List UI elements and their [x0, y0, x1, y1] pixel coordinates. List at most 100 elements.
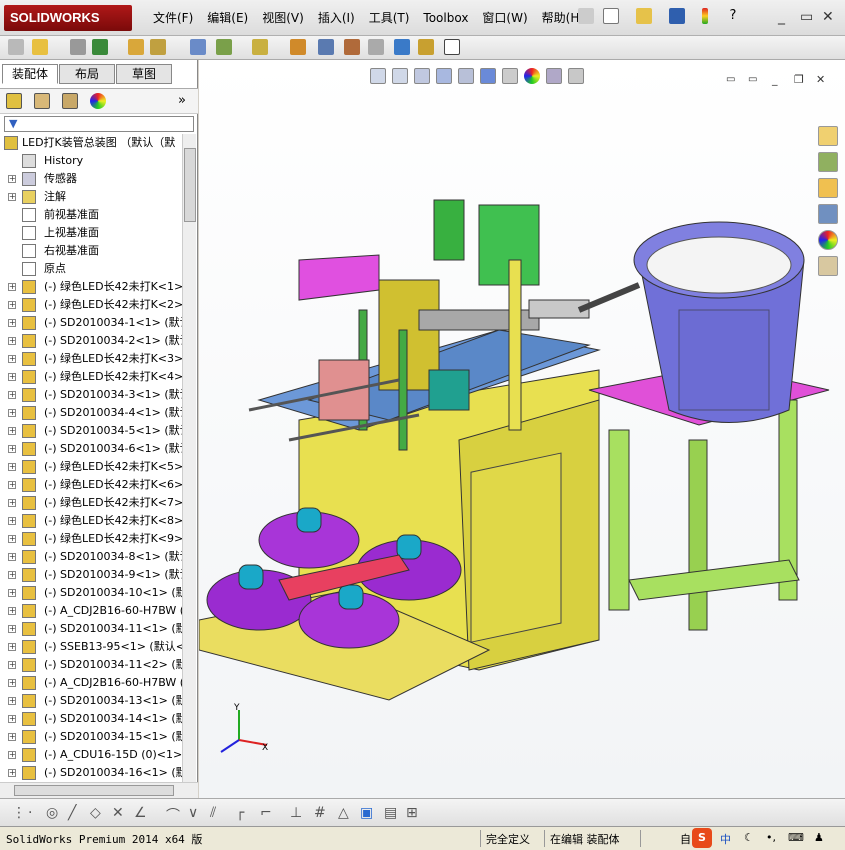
mate-icon[interactable] — [70, 39, 86, 55]
expand-icon[interactable]: + — [8, 463, 16, 471]
show-hidden-icon[interactable] — [190, 39, 206, 55]
doc-close-icon[interactable]: ✕ — [816, 72, 825, 88]
tree-filter-input[interactable]: ▼ — [4, 116, 194, 132]
expand-panel-icon[interactable]: » — [178, 93, 186, 108]
tree-item[interactable]: + (-) 绿色LED长42未打K<9> — [0, 530, 182, 548]
trim-icon[interactable]: ✕ — [112, 805, 124, 821]
reference-geometry-icon[interactable] — [252, 39, 268, 55]
open-folder-icon[interactable] — [636, 8, 652, 24]
zoom-to-fit-icon[interactable] — [370, 68, 386, 84]
tree-root[interactable]: LED打K装管总装图 （默认（默 — [0, 134, 182, 152]
doc-restore-icon[interactable]: ❐ — [794, 72, 804, 88]
expand-icon[interactable]: + — [8, 319, 16, 327]
chamfer-icon[interactable]: ∨ — [188, 805, 198, 821]
expand-icon[interactable]: + — [8, 661, 16, 669]
apply-scene-icon[interactable] — [546, 68, 562, 84]
smart-fasteners-icon[interactable] — [128, 39, 144, 55]
tree-item[interactable]: + (-) SD2010034-8<1> (默认 — [0, 548, 182, 566]
expand-icon[interactable]: + — [8, 337, 16, 345]
tree-item[interactable]: + (-) SD2010034-10<1> (默 — [0, 584, 182, 602]
tree-item[interactable]: + (-) SD2010034-11<1> (默 — [0, 620, 182, 638]
tree-item[interactable]: + (-) 绿色LED长42未打K<8> — [0, 512, 182, 530]
tree-item[interactable]: + (-) A_CDJ2B16-60-H7BW (0 — [0, 602, 182, 620]
bill-of-materials-icon[interactable] — [318, 39, 334, 55]
expand-icon[interactable]: + — [8, 751, 16, 759]
expand-icon[interactable]: + — [8, 373, 16, 381]
ime-language[interactable]: 中 — [720, 831, 731, 847]
tree-item[interactable]: + (-) 绿色LED长42未打K<5> — [0, 458, 182, 476]
design-library-icon[interactable] — [818, 152, 838, 172]
display-style-icon[interactable] — [480, 68, 496, 84]
move-component-icon[interactable] — [150, 39, 166, 55]
fillet-icon[interactable]: ⌒ — [166, 805, 180, 825]
menu-item-2[interactable]: 视图(V) — [255, 10, 311, 26]
display-manager-icon[interactable] — [90, 93, 106, 109]
help-icon[interactable]: ? — [725, 8, 741, 24]
doc-minimize-icon[interactable]: _ — [772, 72, 778, 88]
expand-icon[interactable]: + — [8, 517, 16, 525]
tab-assembly[interactable]: 装配体 — [2, 64, 58, 84]
tab-sketch[interactable]: 草图 — [116, 64, 172, 84]
tree-item[interactable]: + (-) SD2010034-15<1> (默 — [0, 728, 182, 746]
tree-item[interactable]: + (-) 绿色LED长42未打K<7> — [0, 494, 182, 512]
minimize-icon[interactable]: _ — [778, 9, 785, 25]
ime-moon-icon[interactable]: ☾ — [744, 831, 754, 844]
expand-icon[interactable]: + — [8, 643, 16, 651]
expand-icon[interactable]: + — [8, 769, 16, 777]
pin-icon[interactable] — [578, 8, 594, 24]
tree-item[interactable]: + 注解 — [0, 188, 182, 206]
tree-item[interactable]: + (-) 绿色LED长42未打K<3> — [0, 350, 182, 368]
measure-icon[interactable]: △ — [338, 805, 349, 821]
menu-item-6[interactable]: 窗口(W) — [475, 10, 534, 26]
four-view-icon[interactable]: ⊞ — [406, 805, 418, 821]
tree-item[interactable]: + (-) SD2010034-1<1> (默认 — [0, 314, 182, 332]
clearance-icon[interactable] — [418, 39, 434, 55]
feature-manager-icon[interactable] — [6, 93, 22, 109]
linear-pattern-icon[interactable] — [92, 39, 108, 55]
tree-item[interactable]: + (-) SD2010034-6<1> (默认 — [0, 440, 182, 458]
file-explorer-icon[interactable] — [818, 178, 838, 198]
close-icon[interactable]: ✕ — [822, 9, 834, 25]
new-motion-study-icon[interactable] — [290, 39, 306, 55]
custom-properties-icon[interactable] — [818, 256, 838, 276]
line-icon[interactable]: ╱ — [68, 805, 76, 821]
exploded-view-icon[interactable] — [344, 39, 360, 55]
section-view-icon[interactable] — [436, 68, 452, 84]
new-document-icon[interactable] — [603, 8, 619, 24]
corner-icon[interactable]: ┌ — [236, 805, 244, 821]
tree-item[interactable]: 上视基准面 — [0, 224, 182, 242]
tree-item[interactable]: + (-) SD2010034-13<1> (默 — [0, 692, 182, 710]
tree-item[interactable]: + (-) A_CDU16-15D (0)<1> — [0, 746, 182, 764]
menu-item-1[interactable]: 编辑(E) — [200, 10, 255, 26]
explode-line-icon[interactable] — [368, 39, 384, 55]
view-orientation-icon[interactable] — [458, 68, 474, 84]
tree-item[interactable]: + (-) 绿色LED长42未打K<2> — [0, 296, 182, 314]
ime-punct-icon[interactable]: •, — [766, 831, 776, 844]
tree-item[interactable]: + (-) SD2010034-14<1> (默 — [0, 710, 182, 728]
previous-view-icon[interactable] — [414, 68, 430, 84]
tree-item[interactable]: 原点 — [0, 260, 182, 278]
expand-icon[interactable]: + — [8, 193, 16, 201]
menu-item-5[interactable]: Toolbox — [416, 10, 475, 26]
expand-icon[interactable]: + — [8, 535, 16, 543]
tree-item[interactable]: + 传感器 — [0, 170, 182, 188]
edit-component-icon[interactable] — [8, 39, 24, 55]
scroll-thumb[interactable] — [14, 785, 174, 796]
tab-layout[interactable]: 布局 — [59, 64, 115, 84]
tree-item[interactable]: + (-) SD2010034-3<1> (默认 — [0, 386, 182, 404]
grid-icon[interactable]: # — [314, 805, 326, 821]
expand-icon[interactable]: + — [8, 679, 16, 687]
appearances-icon[interactable] — [818, 230, 838, 250]
view-palette-icon[interactable] — [818, 204, 838, 224]
assembly-features-icon[interactable] — [216, 39, 232, 55]
expand-icon[interactable]: + — [8, 715, 16, 723]
tree-horizontal-scrollbar[interactable] — [0, 782, 198, 798]
keyboard-icon[interactable]: ⌨ — [788, 831, 804, 844]
ime-user-icon[interactable]: ♟ — [814, 831, 824, 844]
expand-icon[interactable]: + — [8, 697, 16, 705]
menu-item-4[interactable]: 工具(T) — [362, 10, 417, 26]
expand-icon[interactable]: + — [8, 499, 16, 507]
hide-show-items-icon[interactable] — [502, 68, 518, 84]
expand-icon[interactable]: + — [8, 175, 16, 183]
tree-item[interactable]: + (-) SD2010034-4<1> (默认 — [0, 404, 182, 422]
